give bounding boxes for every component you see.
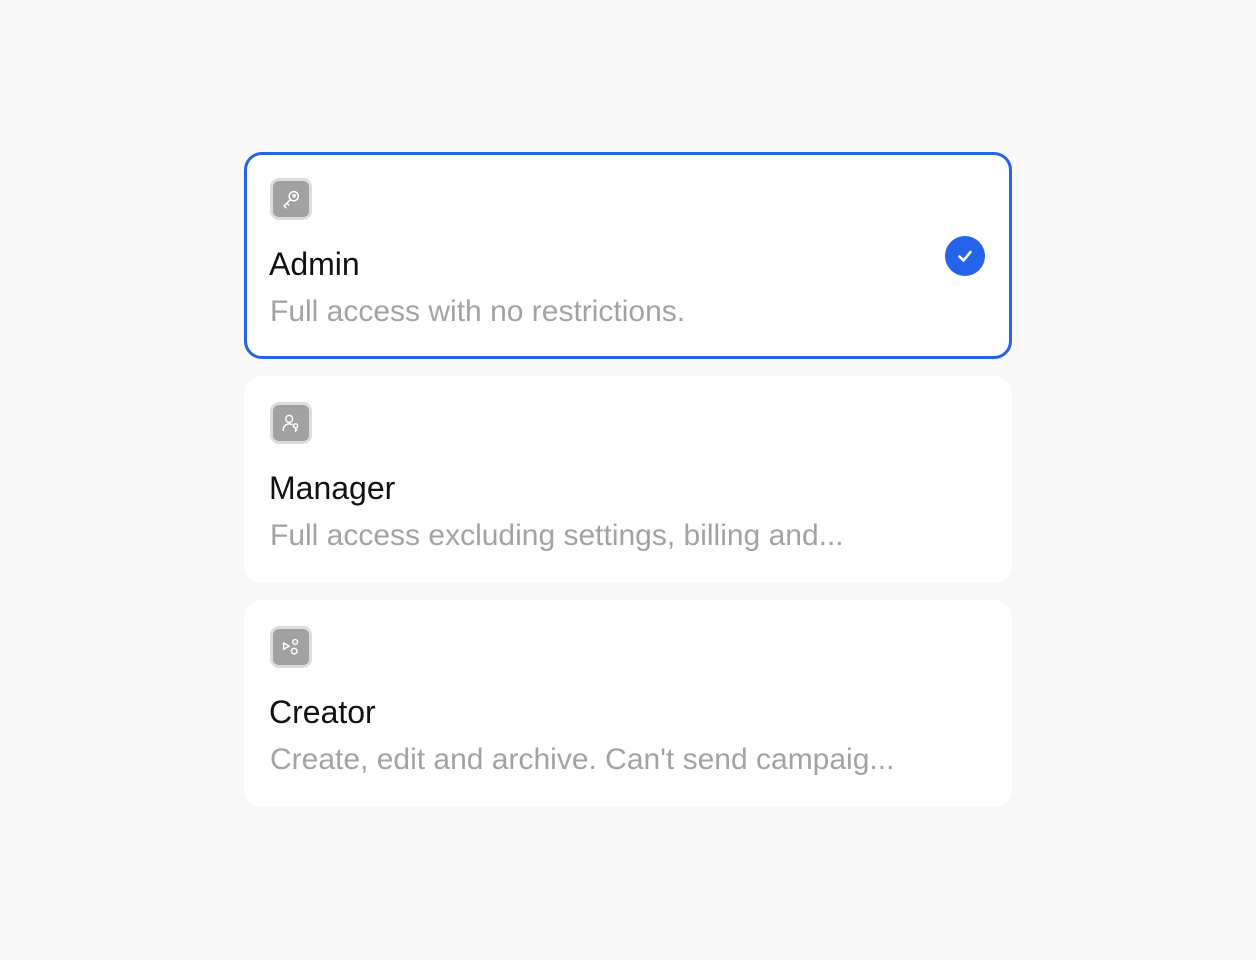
check-circle-icon: [945, 236, 985, 276]
role-title: Admin: [269, 246, 360, 282]
role-title: Creator: [269, 694, 376, 730]
user-key-icon: [270, 402, 312, 444]
shapes-icon: [270, 626, 312, 668]
role-description: Full access with no restrictions.: [270, 295, 686, 328]
role-option-creator[interactable]: Creator Create, edit and archive. Can't …: [244, 600, 1012, 807]
role-option-manager[interactable]: Manager Full access excluding settings, …: [244, 376, 1012, 583]
role-option-admin[interactable]: Admin Full access with no restrictions.: [244, 152, 1012, 359]
role-description: Create, edit and archive. Can't send cam…: [270, 743, 895, 776]
role-selector: Admin Full access with no restrictions. …: [244, 152, 1012, 824]
key-icon: [270, 178, 312, 220]
role-title: Manager: [269, 470, 396, 506]
role-description: Full access excluding settings, billing …: [270, 519, 844, 552]
